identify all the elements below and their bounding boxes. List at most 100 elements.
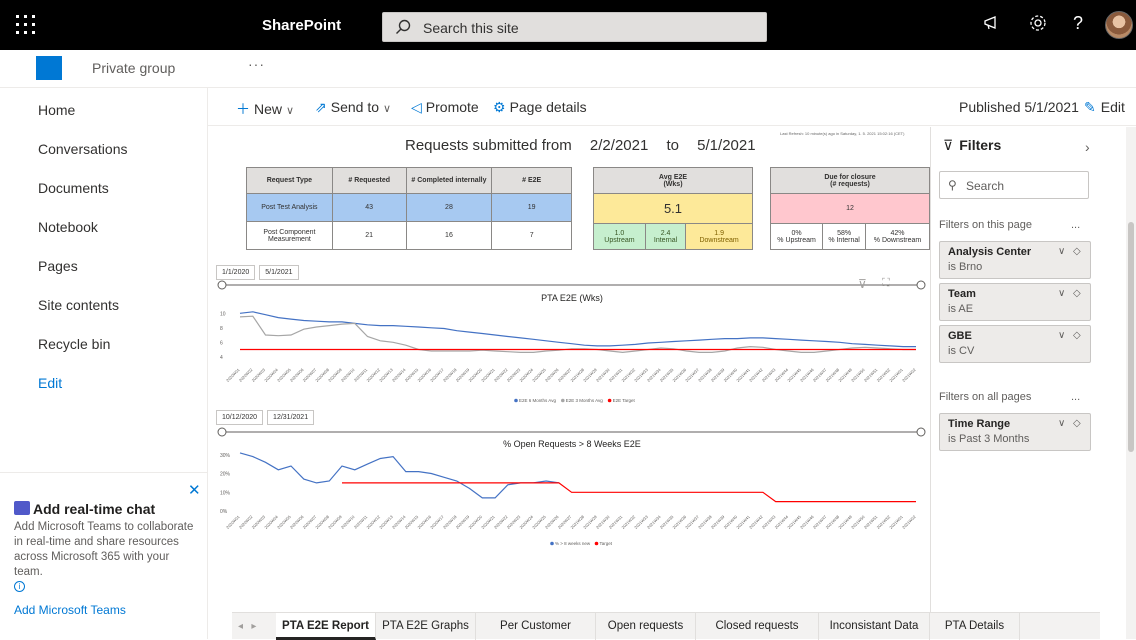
nav-item-pages[interactable]: Pages [38,258,78,274]
new-button[interactable]: ＋ New ∨ [236,99,294,119]
date-range-slider-1[interactable] [216,279,928,291]
site-logo[interactable] [36,56,62,80]
filter-icon[interactable]: ⊽ [858,277,867,291]
app-launcher-icon[interactable] [16,15,36,35]
tab-closed-requests[interactable]: Closed requests [696,613,819,640]
chat-card-title: Add real-time chat [33,501,156,517]
filter-name: Time Range [948,418,1011,430]
tab-inconsistant-data[interactable]: Inconsistant Data [819,613,930,640]
tab-pta-e2e-report[interactable]: PTA E2E Report [276,613,376,640]
filter-name: GBE [948,330,972,342]
group-label: Private group [92,60,176,76]
filters-on-all-label: Filters on all pages [939,391,1032,403]
megaphone-icon: ◁ [411,99,422,115]
table-row[interactable]: Post Component Measurement 21 16 7 [246,221,572,250]
part-label: Upstream [604,236,635,244]
nav-item-documents[interactable]: Documents [38,180,109,196]
tab-scroll-arrows[interactable]: ◂ ▸ [238,613,256,640]
nav-item-conversations[interactable]: Conversations [38,141,128,157]
gear-icon: ⚙ [493,99,506,115]
suite-bar: SharePoint Search this site ? [0,0,1136,50]
chevron-down-icon[interactable]: ∨ [1058,418,1065,429]
legend-label: E2E 3 Months Avg [566,398,603,403]
series-line [239,452,559,499]
filters-search-input[interactable]: ⚲ Search [939,171,1089,199]
help-icon[interactable]: ? [1073,13,1083,34]
nav-item-home[interactable]: Home [38,102,75,118]
col-header: # E2E [491,167,572,194]
due-internal: 58%% Internal [822,223,867,250]
legend-marker [607,398,612,403]
slicer-start-date[interactable]: 10/12/2020 [216,410,264,425]
date-range-slider-2[interactable] [216,426,928,438]
filters-header: ⊽ Filters [943,137,1001,154]
app-brand[interactable]: SharePoint [262,17,341,34]
nav-item-recycle-bin[interactable]: Recycle bin [38,336,110,352]
date-slicer-2: 10/12/2020 12/31/2021 [216,410,318,425]
y-tick-label: 30% [220,453,231,459]
search-icon: ⚲ [948,178,957,192]
legend-label: % > 8 weeks new [555,541,591,546]
chevron-down-icon[interactable]: ∨ [1058,330,1065,341]
slicer-end-date[interactable]: 5/1/2021 [259,265,299,280]
page-details-button[interactable]: ⚙ Page details [493,99,587,116]
due-value: 12 [770,193,930,224]
more-options-icon[interactable]: ··· [248,56,265,72]
date-from: 2/2/2021 [589,137,649,154]
x-tick-label: 2021W02 [901,367,917,383]
eraser-icon[interactable]: ◇ [1073,288,1081,299]
megaphone-icon[interactable] [983,14,1001,37]
filter-card-analysis-center[interactable]: Analysis Center is Brno ∨ ◇ [939,241,1091,279]
close-icon[interactable]: ✕ [188,481,201,499]
avatar[interactable] [1105,11,1133,39]
due-for-closure-card: Due for closure (# requests) 12 0%% Upstr… [769,167,930,250]
powerbi-report: Requests submitted from 2/2/2021 to 5/1/… [210,127,930,639]
share-icon: ⇗ [315,99,327,115]
promote-label: Promote [425,99,479,115]
open-requests-chart: % Open Requests > 8 Weeks E2E 0% 10% 20% 30%… [220,439,917,546]
teams-icon [14,501,30,515]
avg-upstream: 1.0 Upstream [593,223,646,250]
chevron-down-icon[interactable]: ∨ [1058,288,1065,299]
table-row[interactable]: Post Test Analysis 43 28 19 [246,193,572,222]
tab-per-customer[interactable]: Per Customer [476,613,596,640]
eraser-icon[interactable]: ◇ [1073,246,1081,257]
filter-card-time-range[interactable]: Time Range is Past 3 Months ∨ ◇ [939,413,1091,451]
nav-item-site-contents[interactable]: Site contents [38,297,119,313]
chevron-down-icon[interactable]: ∨ [1058,246,1065,257]
tab-open-requests[interactable]: Open requests [596,613,696,640]
chevron-down-icon: ∨ [383,103,392,115]
table-cell: 28 [405,193,493,222]
y-tick-label: 8 [220,326,223,332]
col-header: Request Type [246,167,333,194]
nav-edit-link[interactable]: Edit [38,375,62,391]
more-options-icon[interactable]: ... [1071,219,1080,231]
info-icon[interactable]: i [14,581,25,592]
site-search-input[interactable]: Search this site [382,12,767,42]
avg-downstream: 1.9 Downstream [685,223,753,250]
tab-pta-e2e-graphs[interactable]: PTA E2E Graphs [376,613,476,640]
nav-item-notebook[interactable]: Notebook [38,219,98,235]
table-cell: 43 [331,193,407,222]
eraser-icon[interactable]: ◇ [1073,418,1081,429]
slicer-start-date[interactable]: 1/1/2020 [216,265,256,280]
filter-card-team[interactable]: Team is AE ∨ ◇ [939,283,1091,321]
slicer-end-date[interactable]: 12/31/2021 [267,410,315,425]
tab-pta-details[interactable]: PTA Details [930,613,1020,640]
chevron-right-icon[interactable]: › [1085,139,1090,155]
edit-page-button[interactable]: ✎ Edit [1084,99,1125,116]
report-page-tabs: ◂ ▸ PTA E2E Report PTA E2E Graphs Per Cu… [232,612,1100,640]
more-options-icon[interactable]: ... [1071,391,1080,403]
add-teams-link[interactable]: Add Microsoft Teams [14,603,126,617]
part-value: 2.4 [660,229,671,237]
eraser-icon[interactable]: ◇ [1073,330,1081,341]
promote-button[interactable]: ◁ Promote [411,99,479,116]
due-header: Due for closure (# requests) [770,167,930,194]
page-scrollbar[interactable] [1126,127,1136,639]
filter-card-gbe[interactable]: GBE is CV ∨ ◇ [939,325,1091,363]
scrollbar-thumb[interactable] [1128,222,1134,452]
part-value: 1.0 [614,229,625,237]
focus-mode-icon[interactable]: ⛶ [882,277,890,290]
send-to-button[interactable]: ⇗ Send to ∨ [315,99,391,116]
gear-icon[interactable] [1029,14,1047,37]
